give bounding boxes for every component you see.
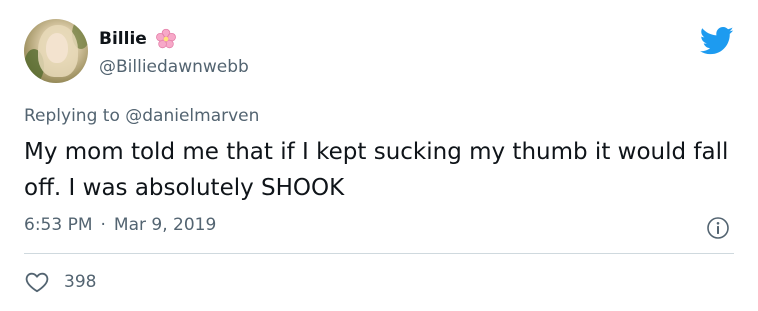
reply-mention-link[interactable]: @danielmarven [125,106,259,126]
tweet-text: My mom told me that if I kept sucking my… [24,139,729,201]
like-button[interactable]: 398 [24,269,96,295]
replying-to: Replying to @danielmarven [24,106,259,126]
divider [24,253,734,254]
replying-prefix: Replying to [24,106,120,126]
avatar-face [46,33,68,63]
avatar[interactable] [24,19,88,83]
separator: · [100,215,106,235]
name-row: Billie [99,28,177,50]
twitter-bird-icon[interactable] [700,26,734,56]
tweet-date: Mar 9, 2019 [113,215,217,235]
like-count: 398 [64,272,97,292]
heart-icon [25,272,49,293]
cherry-blossom-icon [155,28,176,49]
tweet-time: 6:53 PM [24,215,93,235]
display-name[interactable]: Billie [99,29,147,49]
tweet-timestamp[interactable]: 6:53 PM · Mar 9, 2019 [24,215,216,235]
user-handle[interactable]: @Billiedawnwebb [99,57,249,77]
tweet-card: Billie @Billiedawnwebb Replying to @dani… [0,0,758,311]
info-icon[interactable] [706,216,730,240]
